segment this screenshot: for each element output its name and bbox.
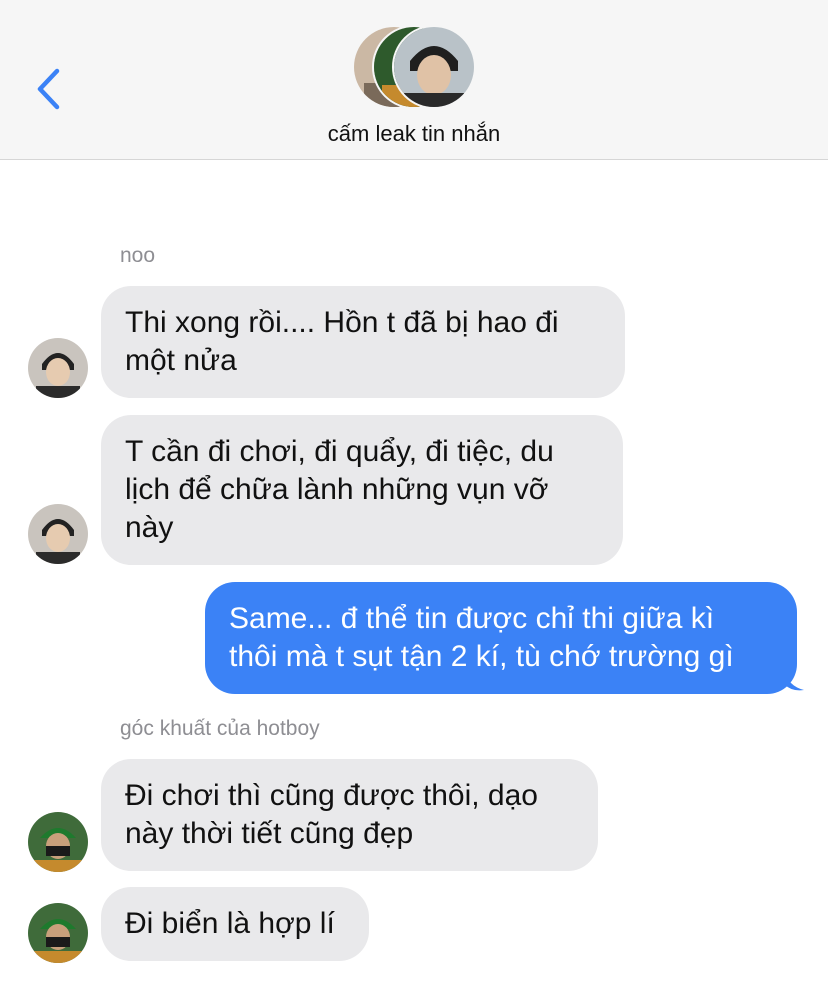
message-line: lịch để chữa lành những vụn vỡ bbox=[125, 473, 549, 506]
message-line: T cần đi chơi, đi quẩy, đi tiệc, du bbox=[125, 435, 554, 468]
message-line: thôi mà t sụt tận 2 kí, tù chớ trường gì bbox=[229, 640, 734, 673]
message-line: Thi xong rồi.... Hồn t đã bị hao đi bbox=[125, 306, 559, 339]
message-bubble-outgoing[interactable]: Same... đ thể tin được chỉ thi giữa kì t… bbox=[205, 582, 797, 694]
message-line: này bbox=[125, 511, 174, 544]
sender-label: noo bbox=[120, 244, 156, 267]
sender-avatar[interactable] bbox=[28, 338, 88, 398]
sender-label: góc khuất của hotboy bbox=[120, 717, 320, 740]
message-bubble[interactable]: Đi chơi thì cũng được thôi, dạo này thời… bbox=[101, 759, 598, 871]
message-bubble[interactable]: Đi biển là hợp lí bbox=[101, 887, 369, 961]
sender-avatar[interactable] bbox=[28, 903, 88, 963]
group-avatar-stack[interactable] bbox=[352, 25, 476, 109]
sender-avatar[interactable] bbox=[28, 812, 88, 872]
avatar bbox=[392, 25, 476, 109]
message-line: Đi chơi thì cũng được thôi, dạo bbox=[125, 779, 538, 812]
message-line: Đi biển là hợp lí bbox=[125, 907, 335, 940]
chevron-left-icon bbox=[37, 68, 60, 110]
message-bubble[interactable]: Thi xong rồi.... Hồn t đã bị hao đi một … bbox=[101, 286, 625, 398]
bubble-tail bbox=[784, 670, 804, 691]
message-bubble[interactable]: T cần đi chơi, đi quẩy, đi tiệc, du lịch… bbox=[101, 415, 623, 565]
sender-avatar[interactable] bbox=[28, 504, 88, 564]
back-button[interactable] bbox=[28, 64, 68, 114]
message-line: một nửa bbox=[125, 344, 237, 377]
conversation-title[interactable]: cấm leak tin nhắn bbox=[0, 121, 828, 147]
conversation-header: cấm leak tin nhắn bbox=[0, 0, 828, 160]
message-line: này thời tiết cũng đẹp bbox=[125, 817, 414, 850]
message-line: Same... đ thể tin được chỉ thi giữa kì bbox=[229, 602, 715, 635]
